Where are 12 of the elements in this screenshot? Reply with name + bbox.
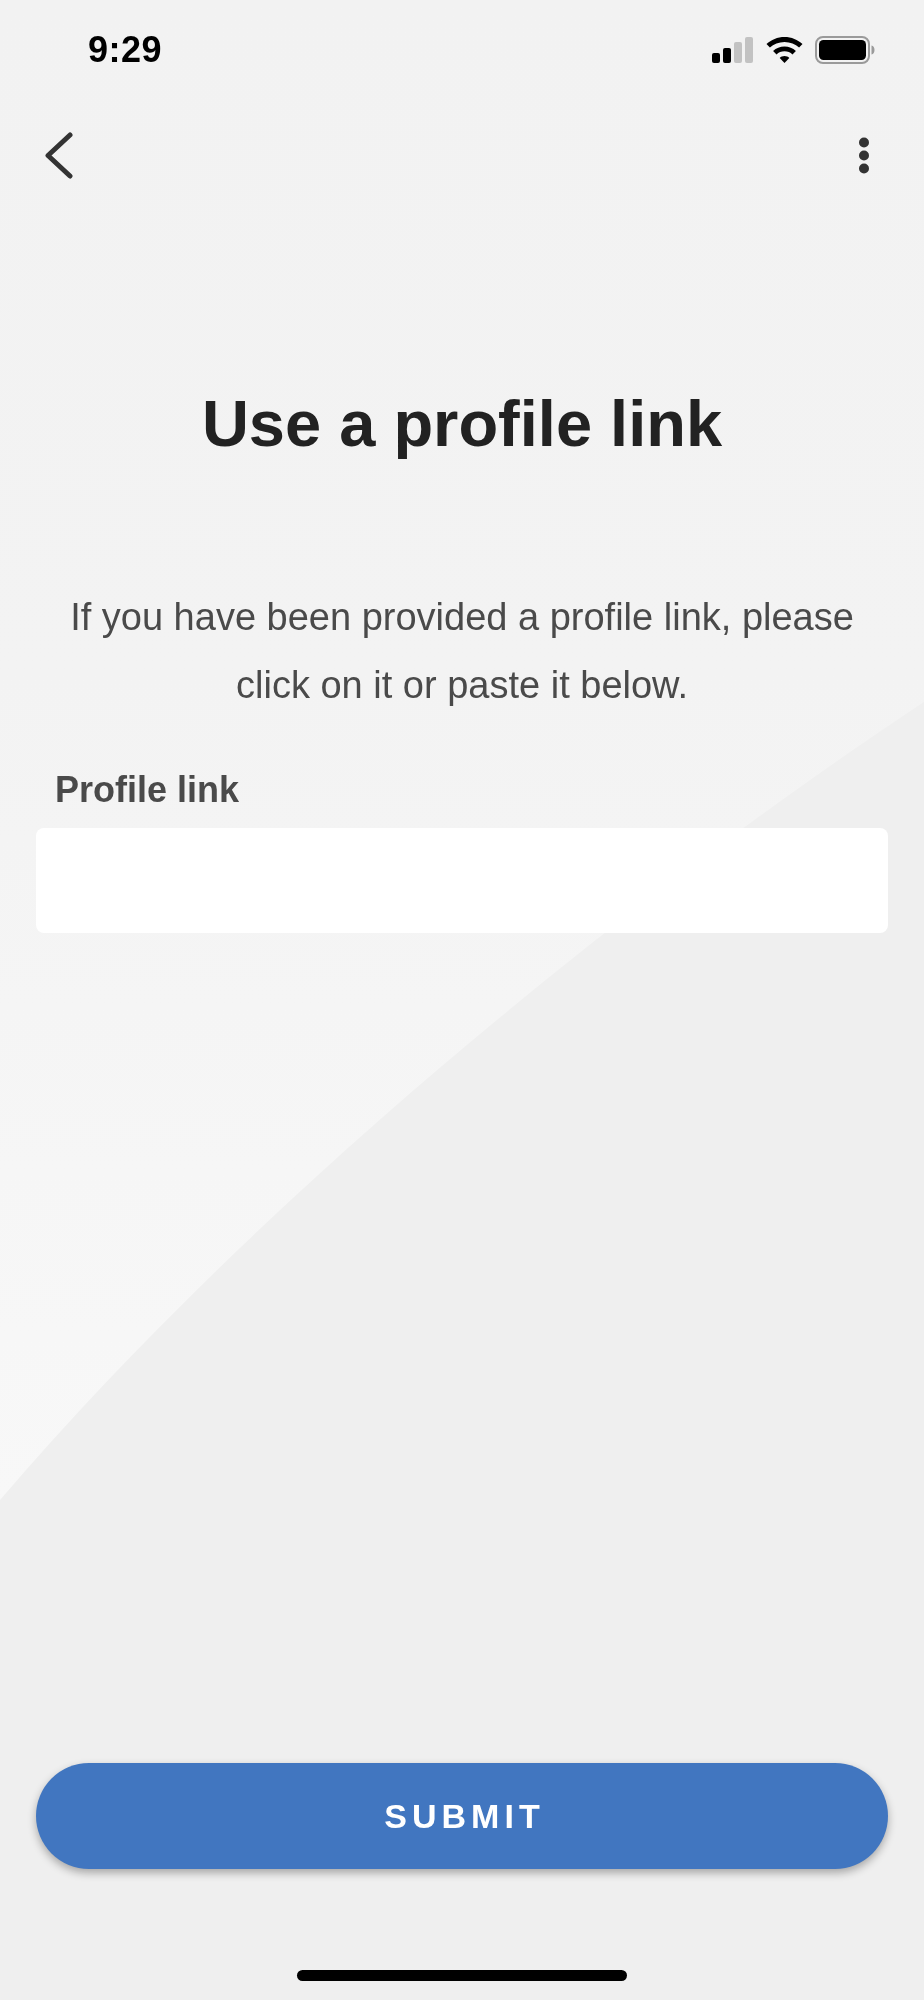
status-time: 9:29 bbox=[88, 32, 163, 68]
more-vertical-icon bbox=[858, 136, 870, 174]
description-text: If you have been provided a profile link, please click on it or paste it below. bbox=[69, 595, 855, 708]
battery-icon bbox=[815, 36, 875, 64]
wifi-icon bbox=[766, 36, 803, 64]
chevron-left-icon bbox=[44, 131, 74, 179]
page-title: Use a profile link bbox=[200, 386, 724, 462]
back-button[interactable] bbox=[44, 131, 74, 179]
field-label: Profile link bbox=[55, 768, 240, 812]
submit-button[interactable]: SUBMIT bbox=[36, 1763, 888, 1869]
signal-icon bbox=[712, 37, 754, 63]
more-menu-button[interactable] bbox=[858, 136, 870, 174]
